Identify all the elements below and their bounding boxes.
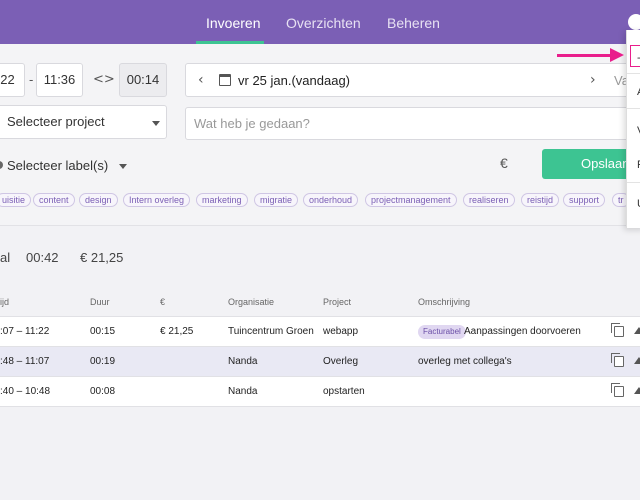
label-chip[interactable]: onderhoud (303, 193, 359, 207)
copy-icon[interactable] (611, 323, 624, 337)
play-icon[interactable] (634, 327, 640, 334)
swap-times-icon[interactable]: <> (93, 72, 115, 87)
row-organisation: Nanda (228, 386, 258, 397)
table-row[interactable]: :07 – 11:22 00:15 € 21,25 Tuincentrum Gr… (0, 317, 640, 347)
user-menu-button[interactable] (628, 14, 640, 30)
table-row[interactable]: :40 – 10:48 00:08 Nanda opstarten (0, 377, 640, 407)
menu-divider (627, 108, 640, 109)
menu-divider (627, 182, 640, 183)
row-duration: 00:08 (90, 386, 116, 397)
column-header-organisation: Organisatie (228, 297, 275, 307)
tab-beheren[interactable]: Beheren (387, 0, 440, 44)
date-label: vr 25 jan.(vandaag) (238, 73, 351, 88)
row-time: :48 – 11:07 (0, 356, 50, 367)
summary-total-time: 00:42 (26, 250, 59, 265)
column-header-time: ijd (0, 297, 10, 307)
end-time-input[interactable]: 11:36 (36, 63, 83, 97)
column-header-description: Omschrijving (418, 297, 471, 307)
annotation-highlight-box (630, 45, 640, 67)
top-navigation: Invoeren Overzichten Beheren (0, 0, 640, 44)
copy-icon[interactable] (611, 383, 624, 397)
label-chip[interactable]: support (563, 193, 606, 207)
row-time: :07 – 11:22 (0, 326, 50, 337)
column-header-project: Project (323, 297, 352, 307)
duration-field[interactable]: 00:14 (119, 63, 167, 97)
chevron-down-icon (152, 121, 160, 126)
label-chip[interactable]: projectmanagement (365, 193, 457, 207)
row-description: overleg met collega's (418, 356, 512, 367)
row-organisation: Tuincentrum Groen (228, 326, 314, 337)
row-project: webapp (323, 326, 359, 337)
date-picker[interactable]: ‹ vr 25 jan.(vandaag) › Va (185, 63, 640, 97)
annotation-arrow-head-icon (610, 48, 624, 62)
next-day-icon[interactable]: › (590, 72, 596, 88)
table-row[interactable]: :48 – 11:07 00:19 Nanda Overleg overleg … (0, 347, 640, 377)
project-select-label: Selecteer project (7, 114, 105, 129)
row-project: Overleg (323, 356, 359, 367)
calendar-icon (219, 74, 231, 86)
tab-invoeren[interactable]: Invoeren (206, 0, 260, 44)
label-chip[interactable]: reistijd (521, 193, 560, 207)
label-select-text: Selecteer label(s) (7, 158, 109, 173)
label-chip[interactable]: uisitie (0, 193, 32, 207)
label-chip[interactable]: realiseren (463, 193, 515, 207)
row-duration: 00:15 (90, 326, 116, 337)
billable-toggle-button[interactable]: € (500, 155, 508, 171)
start-time-input[interactable]: 22 (0, 63, 25, 97)
row-amount: € 21,25 (160, 326, 194, 337)
column-header-duration: Duur (90, 297, 110, 307)
label-chip[interactable]: marketing (196, 193, 248, 207)
row-project: opstarten (323, 386, 365, 397)
chevron-down-icon (119, 164, 127, 169)
row-time: :40 – 10:48 (0, 386, 51, 397)
copy-icon[interactable] (611, 353, 624, 367)
label-chip[interactable]: content (33, 193, 75, 207)
play-icon[interactable] (634, 357, 640, 364)
label-chip[interactable]: migratie (254, 193, 299, 207)
row-duration: 00:19 (90, 356, 116, 367)
label-chip[interactable]: design (79, 193, 118, 207)
summary-total-amount: € 21,25 (80, 250, 124, 265)
menu-divider (627, 73, 640, 74)
annotation-arrow-icon (557, 54, 613, 57)
billable-badge: Facturabel (418, 325, 466, 339)
summary-total-label: al (0, 250, 11, 265)
row-organisation: Nanda (228, 356, 258, 367)
label-chip[interactable]: Intern overleg (123, 193, 191, 207)
previous-day-icon[interactable]: ‹ (198, 72, 204, 88)
tab-overzichten[interactable]: Overzichten (286, 0, 361, 44)
column-header-amount: € (160, 297, 166, 307)
play-icon[interactable] (634, 387, 640, 394)
time-separator: - (29, 72, 34, 87)
description-placeholder: Wat heb je gedaan? (194, 116, 310, 131)
description-input[interactable]: Wat heb je gedaan? (185, 107, 640, 140)
row-description: Aanpassingen doorvoeren (464, 326, 581, 337)
project-select[interactable]: Selecteer project (0, 105, 167, 139)
